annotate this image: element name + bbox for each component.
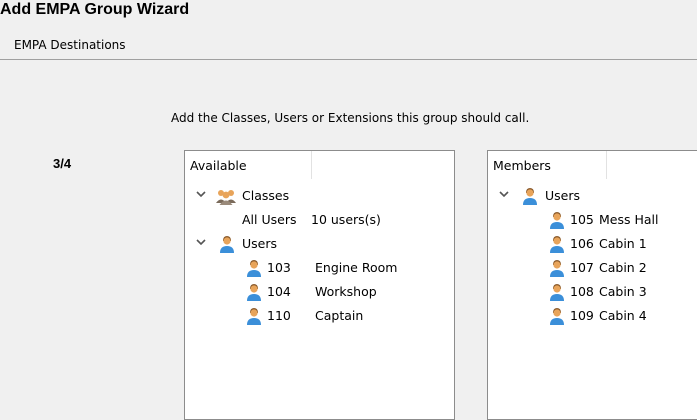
extension-name: Cabin 3 [599, 284, 647, 299]
user-icon [523, 188, 537, 205]
list-item[interactable]: 110 Captain [185, 304, 454, 328]
extension-number: 107 [570, 260, 594, 275]
user-icon [220, 236, 234, 253]
tree-node-label: Users [242, 236, 278, 251]
extension-name: Cabin 1 [599, 236, 647, 251]
window-title: Add EMPA Group Wizard [0, 1, 190, 18]
tree-node-classes[interactable]: Classes [185, 184, 454, 208]
extension-name: Captain [315, 308, 364, 323]
user-icon [550, 260, 564, 277]
extension-number: 106 [570, 236, 594, 251]
tree-node-users[interactable]: Users [488, 184, 697, 208]
members-column-header[interactable]: Members [488, 151, 697, 179]
extension-name: Engine Room [315, 260, 398, 275]
user-icon [550, 212, 564, 229]
header-divider [0, 59, 697, 60]
extension-number: 108 [570, 284, 594, 299]
chevron-down-icon[interactable] [195, 236, 207, 248]
class-count: 10 users(s) [311, 212, 381, 227]
user-icon [550, 284, 564, 301]
instruction-text: Add the Classes, Users or Extensions thi… [171, 111, 530, 125]
list-item[interactable]: 109 Cabin 4 [488, 304, 697, 328]
user-icon [247, 284, 261, 301]
list-item[interactable]: All Users 10 users(s) [185, 208, 454, 232]
list-item[interactable]: 105 Mess Hall [488, 208, 697, 232]
list-item[interactable]: 107 Cabin 2 [488, 256, 697, 280]
extension-number: 103 [267, 260, 291, 275]
members-header-label[interactable]: Members [488, 151, 607, 179]
tree-node-users[interactable]: Users [185, 232, 454, 256]
extension-name: Cabin 2 [599, 260, 647, 275]
user-icon [550, 308, 564, 325]
extension-number: 109 [570, 308, 594, 323]
members-listbox[interactable]: Members Users 105 Mess Hall 106 Cabin 1 [487, 150, 697, 420]
extension-name: Cabin 4 [599, 308, 647, 323]
available-listbox[interactable]: Available Classes All Users 10 users(s) … [184, 150, 455, 420]
available-column-header[interactable]: Available [185, 151, 454, 179]
extension-number: 110 [267, 308, 291, 323]
list-item[interactable]: 104 Workshop [185, 280, 454, 304]
page-subtitle: EMPA Destinations [14, 38, 126, 52]
user-icon [550, 236, 564, 253]
list-item[interactable]: 106 Cabin 1 [488, 232, 697, 256]
step-indicator: 3/4 [53, 156, 72, 171]
list-item[interactable]: 103 Engine Room [185, 256, 454, 280]
chevron-down-icon[interactable] [195, 188, 207, 200]
available-header-label[interactable]: Available [185, 151, 312, 179]
tree-node-label: Users [545, 188, 581, 203]
chevron-down-icon[interactable] [498, 188, 510, 200]
tree-node-label: Classes [242, 188, 290, 203]
group-users-icon [216, 190, 236, 205]
list-item[interactable]: 108 Cabin 3 [488, 280, 697, 304]
extension-name: Mess Hall [599, 212, 659, 227]
user-icon [247, 260, 261, 277]
user-icon [247, 308, 261, 325]
extension-name: Workshop [315, 284, 377, 299]
class-name: All Users [242, 212, 297, 227]
extension-number: 104 [267, 284, 291, 299]
extension-number: 105 [570, 212, 594, 227]
